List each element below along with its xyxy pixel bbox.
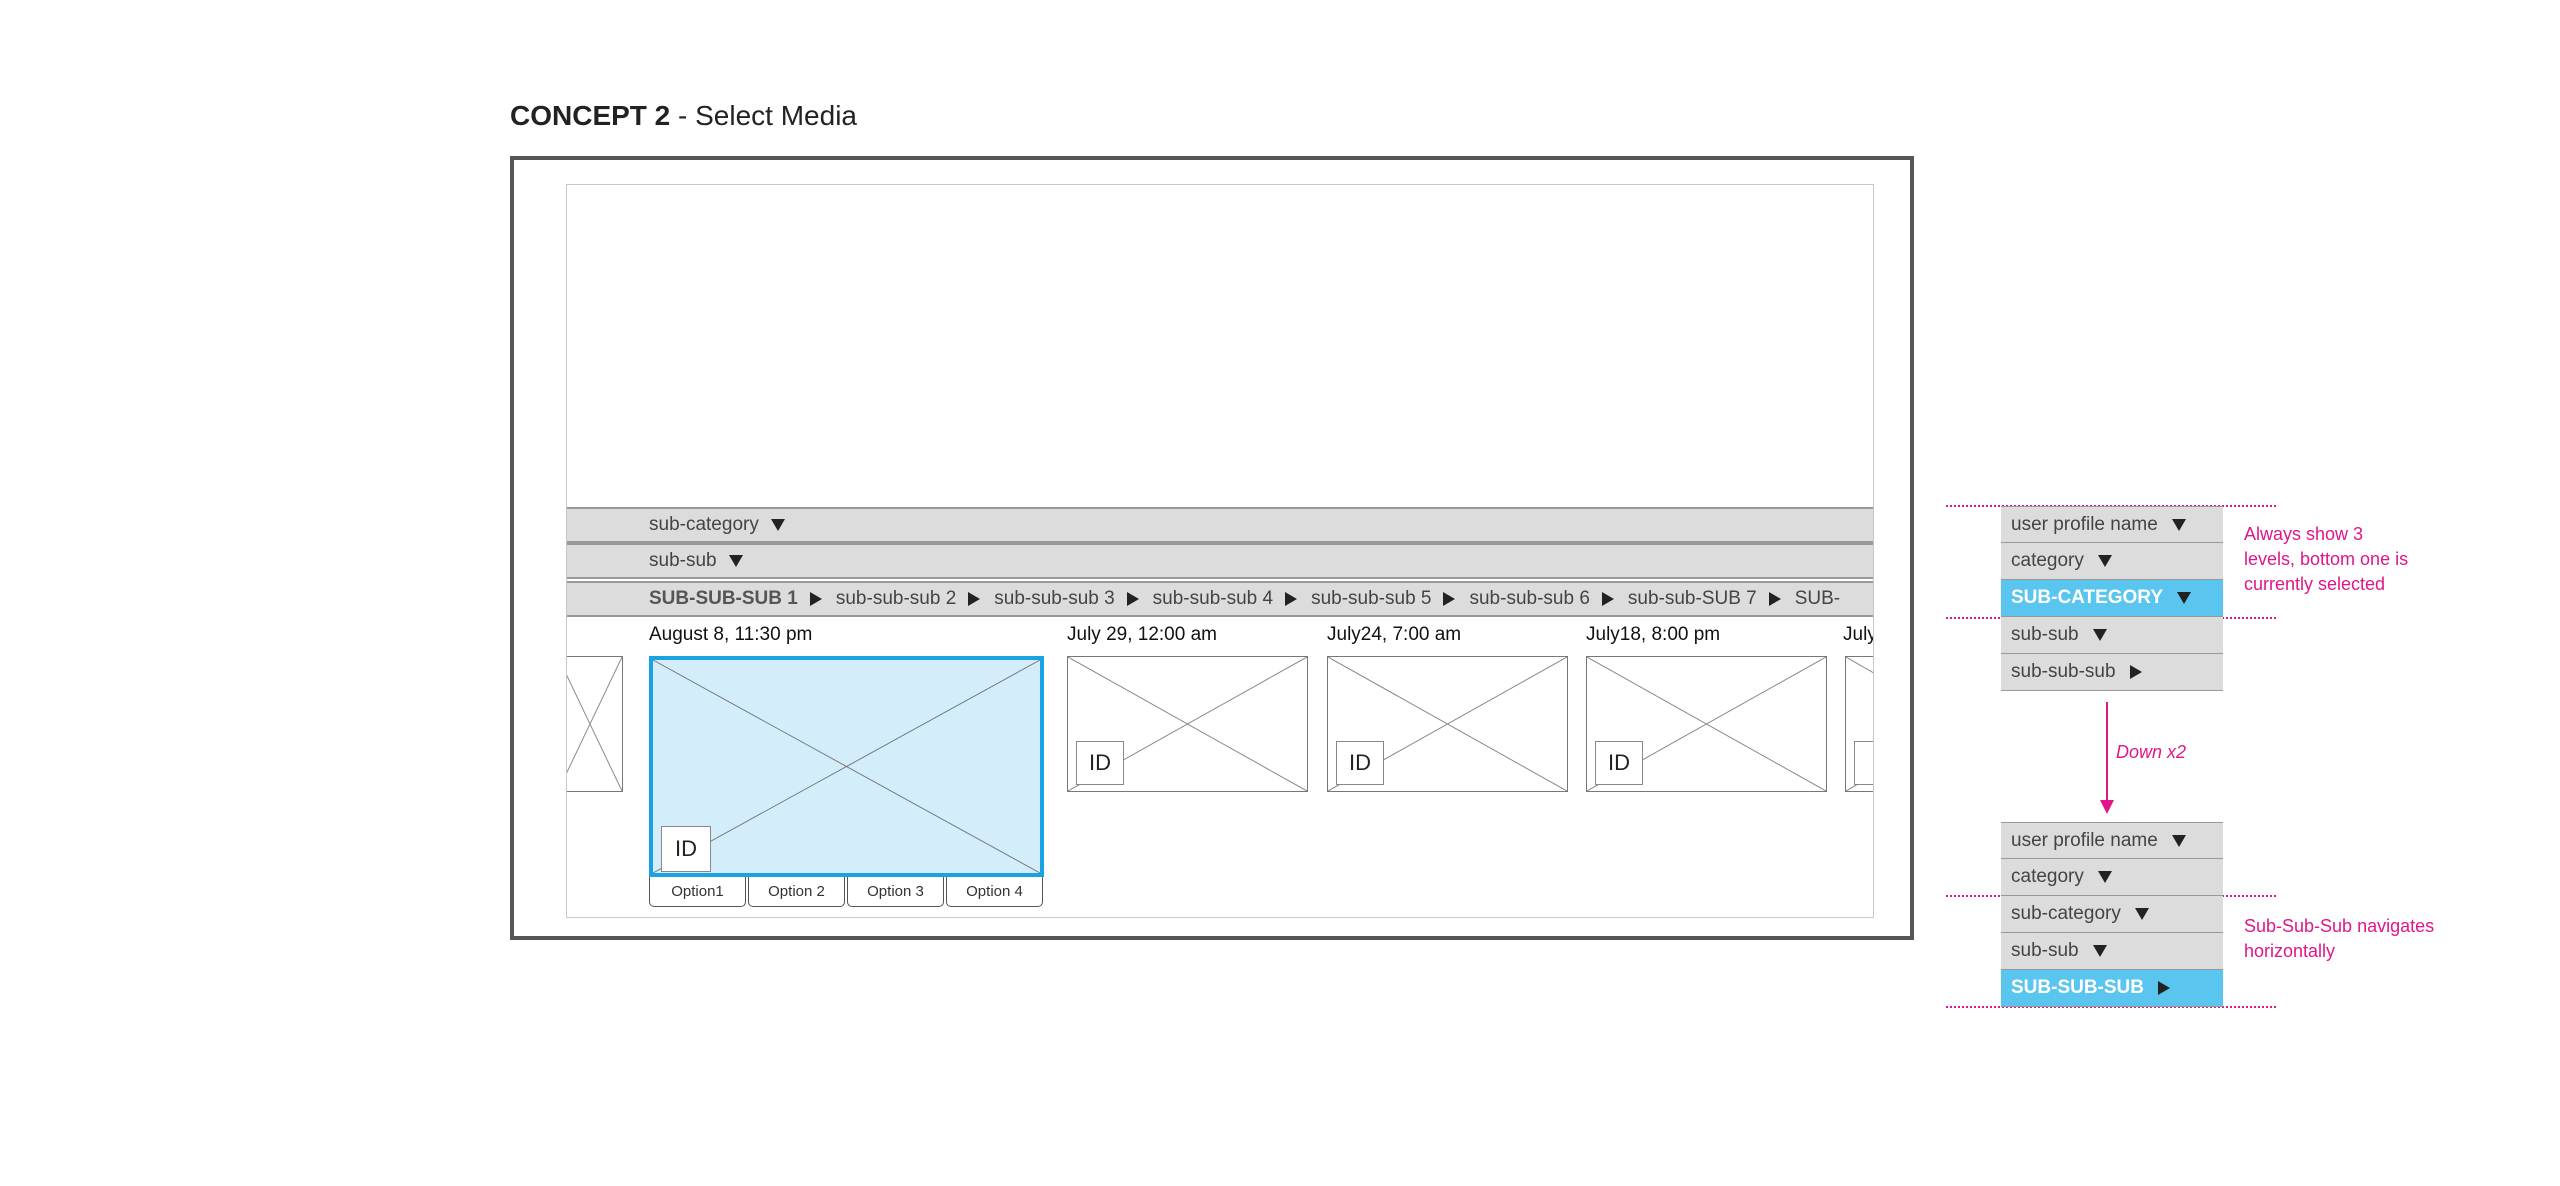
option-3-button[interactable]: Option 3 bbox=[847, 877, 944, 907]
triangle-right-icon bbox=[1443, 592, 1456, 606]
triangle-right-icon bbox=[1126, 592, 1139, 606]
menu-item-label: sub-category bbox=[2011, 903, 2121, 924]
triangle-right-icon bbox=[1601, 592, 1614, 606]
menu-example-top: user profile name category SUB-CATEGORY … bbox=[2001, 506, 2223, 691]
down-arrow-line bbox=[2106, 702, 2108, 802]
menu-example-bottom: user profile name category sub-category … bbox=[2001, 822, 2223, 1007]
date-label: July bbox=[1843, 624, 1874, 645]
menu-item-sub-sub-sub-selected[interactable]: SUB-SUB-SUB bbox=[2001, 970, 2223, 1007]
menu-item-label: user profile name bbox=[2011, 829, 2158, 851]
triangle-right-icon bbox=[2158, 981, 2170, 995]
menu-item-sub-category[interactable]: sub-category bbox=[2001, 896, 2223, 933]
date-label: July18, 8:00 pm bbox=[1586, 624, 1721, 645]
id-badge: ID bbox=[1336, 741, 1384, 785]
sub-category-label: sub-category bbox=[649, 514, 759, 535]
menu-item-category[interactable]: category bbox=[2001, 859, 2223, 896]
menu-item-sub-category-selected[interactable]: SUB-CATEGORY bbox=[2001, 580, 2223, 617]
media-thumbnail[interactable]: ID bbox=[1067, 656, 1308, 792]
triangle-right-icon bbox=[968, 592, 981, 606]
crumb-sub-sub-sub-7[interactable]: sub-sub-SUB 7 bbox=[1628, 588, 1757, 610]
crumb-sub-sub-sub-3[interactable]: sub-sub-sub 3 bbox=[994, 588, 1114, 610]
sub-category-bar[interactable]: sub-category bbox=[567, 507, 1873, 543]
triangle-down-icon bbox=[770, 519, 785, 531]
title-bold: CONCEPT 2 bbox=[510, 100, 671, 131]
menu-item-label: sub-sub bbox=[2011, 940, 2079, 961]
screen-content: sub-category sub-sub SUB-SUB-SUB 1 sub-s… bbox=[566, 184, 1874, 918]
menu-item-label: category bbox=[2011, 866, 2084, 887]
crumb-sub-sub-sub-1[interactable]: SUB-SUB-SUB 1 bbox=[649, 588, 798, 610]
triangle-down-icon bbox=[2092, 945, 2107, 957]
id-badge: ID bbox=[1595, 741, 1643, 785]
crumb-sub-sub-sub-2[interactable]: sub-sub-sub 2 bbox=[836, 588, 956, 610]
crumb-sub-sub-sub-6[interactable]: sub-sub-sub 6 bbox=[1469, 588, 1589, 610]
triangle-right-icon bbox=[1285, 592, 1298, 606]
media-thumbnail[interactable]: I bbox=[1845, 656, 1873, 792]
triangle-down-icon bbox=[2134, 908, 2149, 920]
menu-item-label: sub-sub bbox=[2011, 624, 2079, 645]
annotation-note: Always show 3 levels, bottom one is curr… bbox=[2244, 522, 2408, 597]
triangle-down-icon bbox=[2171, 518, 2186, 531]
date-label: July 29, 12:00 am bbox=[1067, 624, 1217, 645]
down-x2-label: Down x2 bbox=[2116, 742, 2187, 762]
media-thumbnail[interactable]: ID bbox=[1327, 656, 1568, 792]
note-line: currently selected bbox=[2244, 574, 2386, 594]
sub-sub-bar[interactable]: sub-sub bbox=[567, 543, 1873, 579]
menu-item-user-profile[interactable]: user profile name bbox=[2001, 822, 2223, 859]
menu-item-sub-sub[interactable]: sub-sub bbox=[2001, 933, 2223, 970]
note-line: Sub-Sub-Sub navigates bbox=[2244, 916, 2435, 936]
menu-item-user-profile[interactable]: user profile name bbox=[2001, 506, 2223, 543]
triangle-down-icon bbox=[2097, 871, 2112, 883]
date-label: July24, 7:00 am bbox=[1327, 624, 1462, 645]
id-badge: I bbox=[1854, 741, 1873, 785]
triangle-right-icon bbox=[1768, 592, 1781, 606]
media-thumbnail[interactable] bbox=[567, 656, 623, 792]
sub-sub-sub-breadcrumb: SUB-SUB-SUB 1 sub-sub-sub 2 sub-sub-sub … bbox=[567, 581, 1873, 617]
id-badge: ID bbox=[1076, 741, 1124, 785]
triangle-down-icon bbox=[2092, 629, 2107, 641]
crumb-sub-sub-sub-4[interactable]: sub-sub-sub 4 bbox=[1153, 588, 1273, 610]
option-4-button[interactable]: Option 4 bbox=[946, 877, 1043, 907]
id-badge: ID bbox=[661, 826, 711, 872]
menu-item-label: category bbox=[2011, 550, 2084, 571]
option-1-button[interactable]: Option1 bbox=[649, 877, 746, 907]
note-line: Always show 3 bbox=[2244, 524, 2364, 544]
option-2-button[interactable]: Option 2 bbox=[748, 877, 845, 907]
menu-item-label: SUB-SUB-SUB bbox=[2011, 977, 2144, 998]
media-thumbnail[interactable]: ID bbox=[1586, 656, 1827, 792]
note-line: levels, bottom one is bbox=[2244, 549, 2409, 569]
menu-item-label: user profile name bbox=[2011, 513, 2158, 535]
triangle-down-icon bbox=[2097, 555, 2112, 567]
triangle-down-icon bbox=[728, 555, 743, 567]
menu-item-sub-sub-sub[interactable]: sub-sub-sub bbox=[2001, 654, 2223, 691]
triangle-down-icon bbox=[2171, 834, 2186, 847]
note-line: horizontally bbox=[2244, 941, 2336, 961]
date-label: August 8, 11:30 pm bbox=[649, 624, 813, 645]
media-thumbnail-selected[interactable]: ID bbox=[649, 656, 1044, 877]
menu-item-label: SUB-CATEGORY bbox=[2011, 587, 2163, 608]
menu-item-sub-sub[interactable]: sub-sub bbox=[2001, 617, 2223, 654]
triangle-right-icon bbox=[2129, 665, 2142, 679]
crumb-sub-sub-sub-5[interactable]: sub-sub-sub 5 bbox=[1311, 588, 1431, 610]
sub-sub-label: sub-sub bbox=[649, 550, 717, 571]
triangle-down-icon bbox=[2177, 592, 2191, 604]
menu-item-category[interactable]: category bbox=[2001, 543, 2223, 580]
down-arrow-icon bbox=[2100, 800, 2114, 814]
page-title: CONCEPT 2 - Select Media bbox=[510, 100, 857, 132]
title-rest: - Select Media bbox=[670, 100, 857, 131]
menu-item-label: sub-sub-sub bbox=[2011, 661, 2116, 682]
annotation-note: Sub-Sub-Sub navigates horizontally bbox=[2244, 914, 2434, 964]
triangle-right-icon bbox=[809, 592, 822, 606]
crumb-sub-partial[interactable]: SUB- bbox=[1795, 588, 1840, 610]
